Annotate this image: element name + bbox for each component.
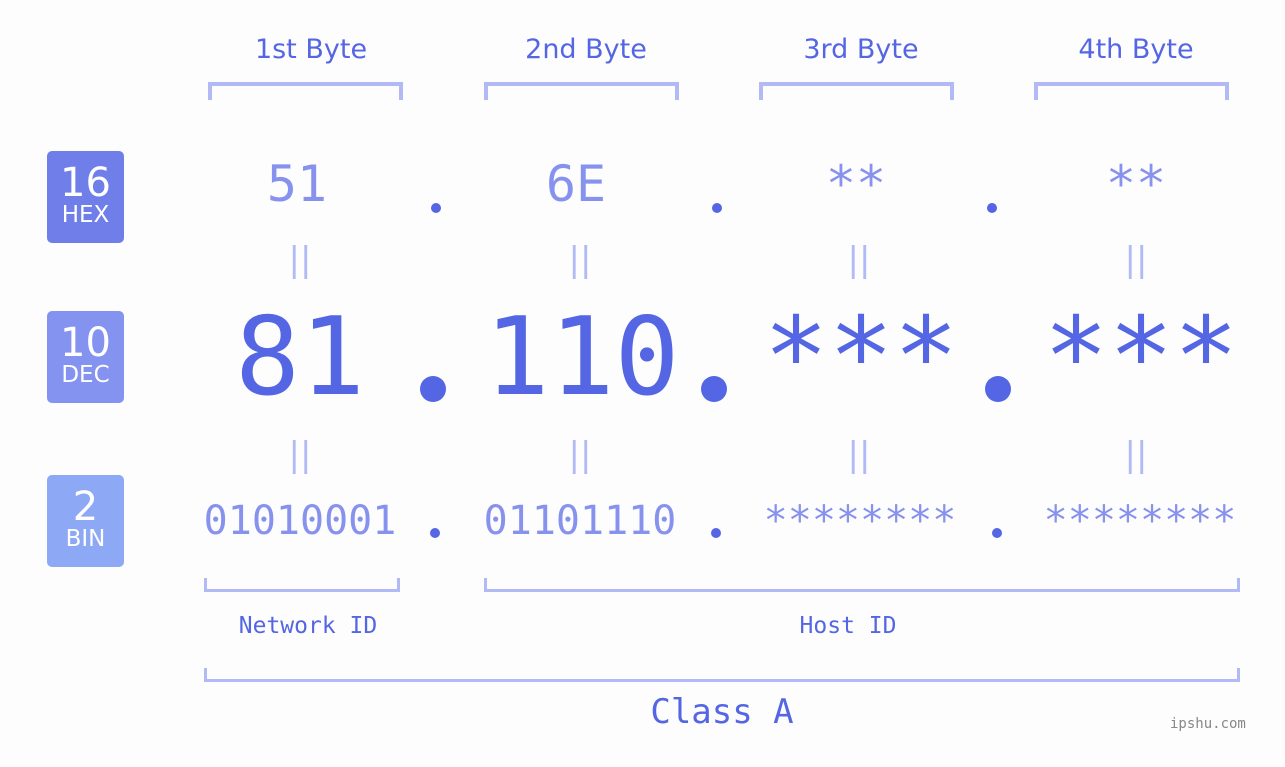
dec-separator-dot: [701, 376, 727, 402]
dec-separator-dot: [985, 376, 1011, 402]
network-id-bracket: [204, 578, 400, 592]
hex-byte-3: **: [825, 155, 887, 213]
bin-byte-2: 01101110: [483, 498, 677, 544]
dec-byte-1: 81: [234, 295, 366, 420]
bin-separator-dot: [992, 528, 1002, 538]
bin-byte-3: ********: [763, 498, 957, 544]
header-byte-4: 4th Byte: [1078, 34, 1194, 65]
bin-byte-1: 01010001: [203, 498, 397, 544]
hex-byte-1: 51: [266, 155, 328, 213]
equals-icon: ||: [1124, 435, 1148, 475]
bin-base: 2: [72, 484, 99, 530]
hex-label: HEX: [61, 202, 110, 228]
equals-icon: ||: [1124, 240, 1148, 280]
host-id-label: Host ID: [799, 613, 897, 639]
bracket-byte-2: [484, 82, 679, 100]
bin-separator-dot: [430, 528, 440, 538]
dec-byte-2: 110: [484, 295, 680, 420]
equals-icon: ||: [847, 435, 871, 475]
hex-byte-2: 6E: [545, 155, 607, 213]
equals-icon: ||: [847, 240, 871, 280]
dec-byte-3: ***: [763, 295, 959, 420]
network-id-label: Network ID: [238, 613, 378, 639]
bracket-byte-1: [208, 82, 403, 100]
equals-icon: ||: [568, 240, 592, 280]
bracket-byte-4: [1034, 82, 1229, 100]
watermark: ipshu.com: [1170, 716, 1246, 732]
hex-separator-dot: [987, 203, 997, 213]
dec-base: 10: [60, 320, 111, 366]
class-label: Class A: [650, 692, 794, 732]
hex-separator-dot: [431, 203, 441, 213]
hex-byte-4: **: [1105, 155, 1167, 213]
header-byte-1: 1st Byte: [254, 34, 368, 65]
bin-label: BIN: [65, 526, 106, 552]
bracket-byte-3: [759, 82, 954, 100]
equals-icon: ||: [288, 435, 312, 475]
dec-badge: 10 DEC: [47, 311, 124, 403]
host-id-bracket: [484, 578, 1240, 592]
bin-separator-dot: [711, 528, 721, 538]
header-byte-3: 3rd Byte: [803, 34, 919, 65]
hex-base: 16: [60, 160, 111, 206]
class-bracket: [204, 668, 1240, 682]
hex-badge: 16 HEX: [47, 151, 124, 243]
bin-badge: 2 BIN: [47, 475, 124, 567]
bin-byte-4: ********: [1043, 498, 1237, 544]
dec-byte-4: ***: [1043, 295, 1239, 420]
dec-separator-dot: [420, 376, 446, 402]
equals-icon: ||: [568, 435, 592, 475]
dec-label: DEC: [61, 362, 110, 388]
header-byte-2: 2nd Byte: [525, 34, 647, 65]
equals-icon: ||: [288, 240, 312, 280]
hex-separator-dot: [712, 203, 722, 213]
